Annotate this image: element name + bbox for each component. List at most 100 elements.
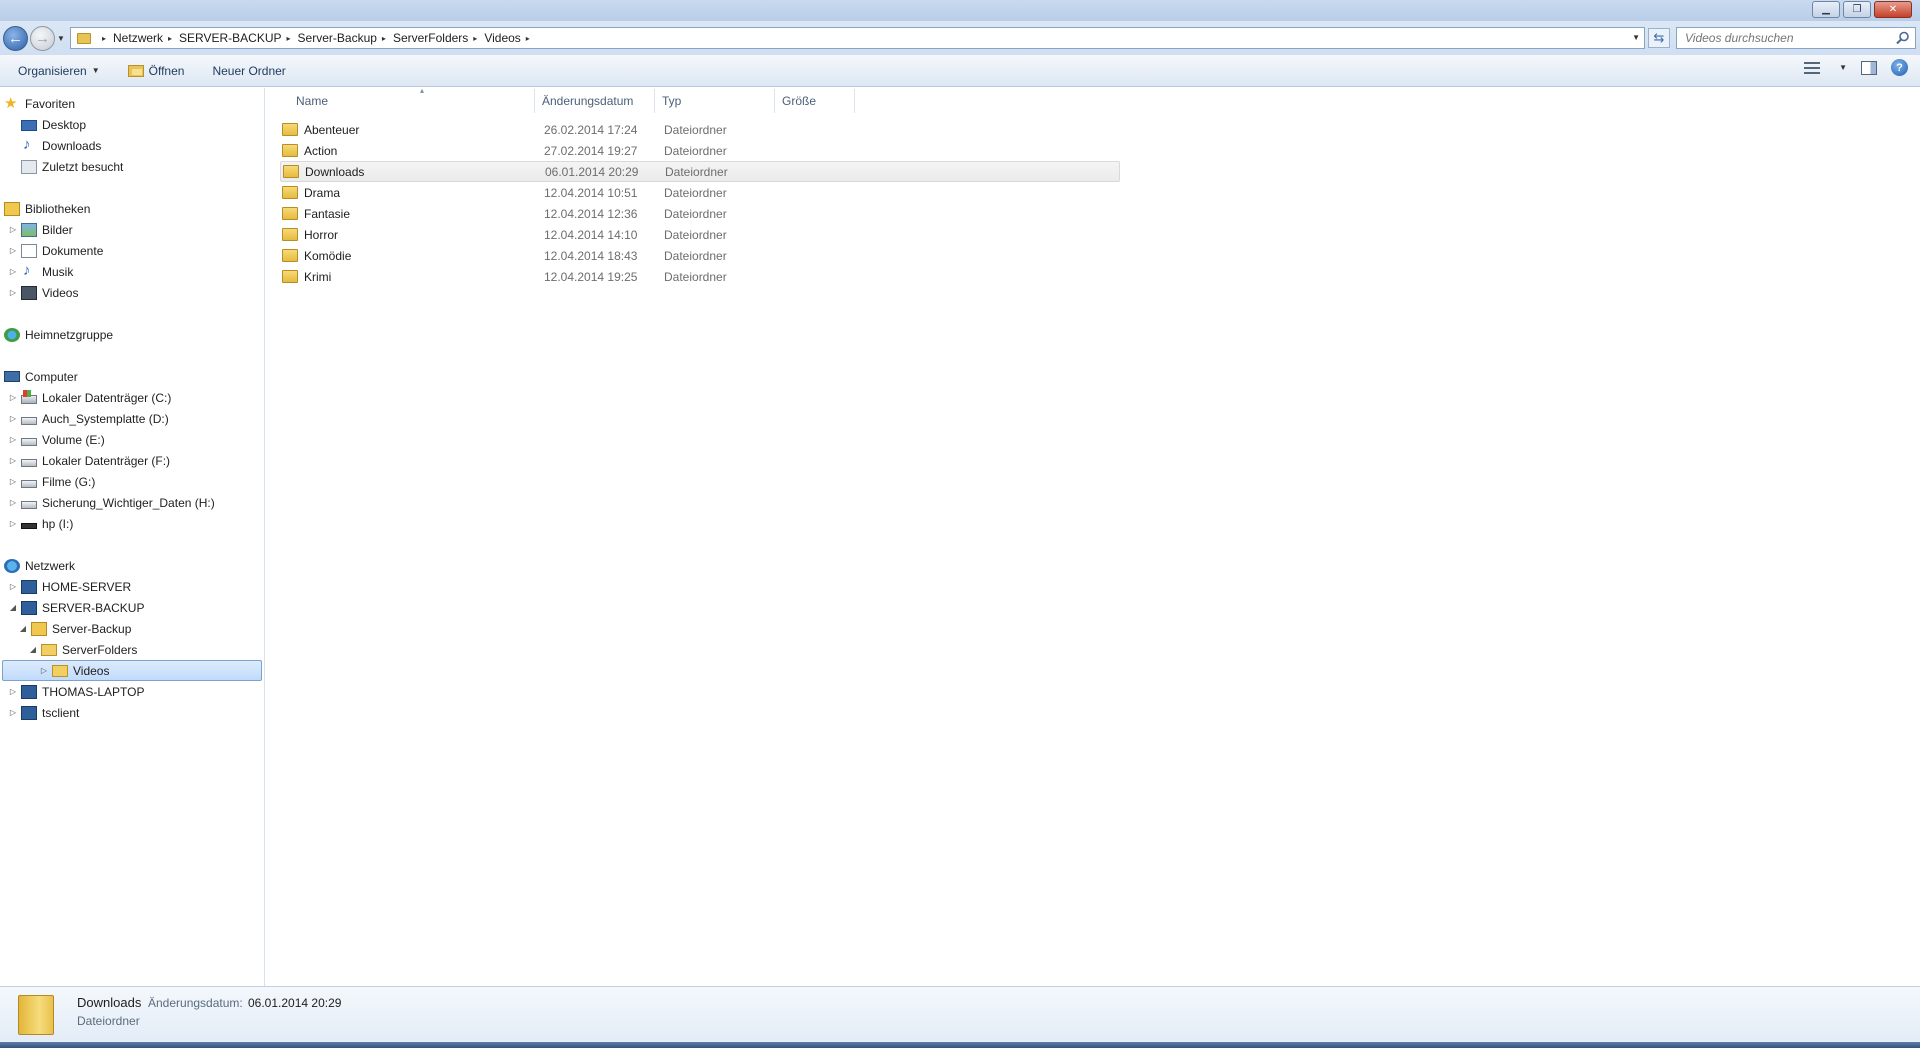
help-icon[interactable]: ? (1891, 59, 1908, 76)
expand-arrow-icon[interactable]: ▷ (39, 666, 49, 675)
tree-item-musik[interactable]: ▷ Musik (8, 261, 73, 282)
column-header-date[interactable]: Änderungsdatum (535, 89, 655, 113)
tree-item-favoriten[interactable]: ◢ Favoriten (0, 93, 75, 114)
file-row[interactable]: Action 27.02.2014 19:27 Dateiordner (280, 140, 1120, 161)
expand-arrow-icon[interactable]: ▷ (8, 498, 18, 507)
tree-item-desktop[interactable]: Desktop (8, 114, 86, 135)
tree-item-bibliotheken[interactable]: ◢ Bibliotheken (0, 198, 90, 219)
collapse-arrow-icon[interactable]: ◢ (0, 99, 1, 108)
column-header-type[interactable]: Typ (655, 89, 775, 113)
view-options-dropdown[interactable]: ▼ (1839, 63, 1847, 72)
file-row[interactable]: Krimi 12.04.2014 19:25 Dateiordner (280, 266, 1120, 287)
details-pane: Downloads Änderungsdatum: 06.01.2014 20:… (0, 986, 1920, 1042)
tree-item-hp-i[interactable]: ▷ hp (I:) (8, 513, 73, 534)
expand-arrow-icon[interactable]: ▷ (8, 687, 18, 696)
recent-pages-dropdown[interactable]: ▼ (57, 34, 65, 43)
forward-button[interactable]: → (30, 26, 55, 51)
back-button[interactable]: ← (3, 26, 28, 51)
recent-places-icon (21, 159, 37, 174)
breadcrumb-chevron-icon[interactable]: ▸ (382, 34, 386, 43)
search-box[interactable] (1676, 27, 1916, 49)
tree-item-videos[interactable]: ▷ Videos (2, 660, 262, 681)
breadcrumb-chevron-icon[interactable]: ▸ (526, 34, 530, 43)
collapse-arrow-icon[interactable]: ◢ (0, 561, 1, 570)
breadcrumb-chevron-icon[interactable]: ▸ (102, 34, 106, 43)
drive-icon (21, 479, 37, 488)
expand-arrow-icon[interactable]: ▷ (8, 456, 18, 465)
search-input[interactable] (1685, 31, 1885, 45)
tree-item-volume-e[interactable]: ▷ Volume (E:) (8, 429, 105, 450)
collapse-arrow-icon[interactable]: ◢ (0, 204, 1, 213)
restore-button[interactable]: ❐ (1843, 1, 1871, 18)
column-header-name[interactable]: Name ▴ (280, 86, 535, 113)
file-name: Action (304, 143, 338, 158)
breadcrumb-item[interactable]: Server-Backup (298, 31, 377, 45)
tree-item-server-backup[interactable]: ◢ Server-Backup (18, 618, 131, 639)
address-bar[interactable]: ▸ Netzwerk ▸ SERVER-BACKUP ▸ Server-Backup ▸ S… (70, 27, 1645, 49)
change-view-icon[interactable] (1804, 61, 1821, 74)
folder-icon (52, 665, 68, 677)
collapse-arrow-icon[interactable]: ◢ (0, 372, 1, 381)
breadcrumb-item[interactable]: Videos (484, 31, 520, 45)
breadcrumb-chevron-icon[interactable]: ▸ (473, 34, 477, 43)
address-history-dropdown[interactable]: ▼ (1632, 33, 1640, 42)
tree-item-home-server[interactable]: ▷ HOME-SERVER (8, 576, 131, 597)
file-name: Horror (304, 227, 339, 242)
tree-item-lokaler-datentr-ger-f[interactable]: ▷ Lokaler Datenträger (F:) (8, 450, 170, 471)
expand-arrow-icon[interactable]: ▷ (8, 414, 18, 423)
tree-item-lokaler-datentr-ger-c[interactable]: ▷ Lokaler Datenträger (C:) (8, 387, 171, 408)
expand-arrow-icon[interactable]: ▷ (8, 288, 18, 297)
minimize-button[interactable]: ▁ (1812, 1, 1840, 18)
column-header-size[interactable]: Größe (775, 89, 855, 113)
expand-arrow-icon[interactable]: ▷ (8, 225, 18, 234)
tree-item-serverfolders[interactable]: ◢ ServerFolders (28, 639, 137, 660)
tree-item-sicherung-wichtiger-daten-h[interactable]: ▷ Sicherung_Wichtiger_Daten (H:) (8, 492, 215, 513)
collapse-arrow-icon[interactable]: ◢ (18, 624, 28, 633)
organize-button[interactable]: Organisieren ▼ (8, 59, 110, 83)
tree-item-downloads[interactable]: Downloads (8, 135, 101, 156)
expand-arrow-icon[interactable]: ▷ (8, 435, 18, 444)
file-date: 12.04.2014 18:43 (544, 248, 638, 263)
tree-item-dokumente[interactable]: ▷ Dokumente (8, 240, 103, 261)
breadcrumb-item[interactable]: Netzwerk (113, 31, 163, 45)
tree-item-server-backup[interactable]: ◢ SERVER-BACKUP (8, 597, 144, 618)
preview-pane-icon[interactable] (1861, 60, 1877, 75)
collapse-arrow-icon[interactable]: ◢ (8, 603, 18, 612)
expand-arrow-icon[interactable]: ▷ (8, 519, 18, 528)
tree-item-zuletzt-besucht[interactable]: Zuletzt besucht (8, 156, 123, 177)
tree-item-heimnetzgruppe[interactable]: ▷ Heimnetzgruppe (0, 324, 113, 345)
expand-arrow-icon[interactable]: ▷ (8, 708, 18, 717)
tree-item-tsclient[interactable]: ▷ tsclient (8, 702, 79, 723)
tree-item-bilder[interactable]: ▷ Bilder (8, 219, 73, 240)
collapse-arrow-icon[interactable]: ◢ (28, 645, 38, 654)
file-row[interactable]: Drama 12.04.2014 10:51 Dateiordner (280, 182, 1120, 203)
file-row[interactable]: Komödie 12.04.2014 18:43 Dateiordner (280, 245, 1120, 266)
breadcrumb-item[interactable]: SERVER-BACKUP (179, 31, 281, 45)
expand-arrow-icon[interactable]: ▷ (8, 393, 18, 402)
file-row[interactable]: Fantasie 12.04.2014 12:36 Dateiordner (280, 203, 1120, 224)
search-icon[interactable] (1896, 31, 1910, 45)
tree-item-auch-systemplatte-d[interactable]: ▷ Auch_Systemplatte (D:) (8, 408, 169, 429)
tree-item-videos[interactable]: ▷ Videos (8, 282, 78, 303)
breadcrumb-chevron-icon[interactable]: ▸ (287, 34, 291, 43)
tree-item-filme-g[interactable]: ▷ Filme (G:) (8, 471, 95, 492)
close-button[interactable]: ✕ (1874, 1, 1912, 18)
expand-arrow-icon[interactable]: ▷ (8, 582, 18, 591)
open-button[interactable]: Öffnen (118, 59, 195, 83)
tree-item-netzwerk[interactable]: ◢ Netzwerk (0, 555, 75, 576)
tree-item-computer[interactable]: ◢ Computer (0, 366, 78, 387)
breadcrumb-chevron-icon[interactable]: ▸ (168, 34, 172, 43)
expand-arrow-icon[interactable]: ▷ (8, 267, 18, 276)
folder-icon (18, 995, 54, 1035)
file-row[interactable]: Downloads 06.01.2014 20:29 Dateiordner (280, 161, 1120, 182)
shared-folder-icon (31, 621, 47, 636)
file-row[interactable]: Horror 12.04.2014 14:10 Dateiordner (280, 224, 1120, 245)
expand-arrow-icon[interactable]: ▷ (8, 246, 18, 255)
expand-arrow-icon[interactable]: ▷ (0, 330, 1, 339)
new-folder-button[interactable]: Neuer Ordner (202, 59, 295, 83)
tree-item-thomas-laptop[interactable]: ▷ THOMAS-LAPTOP (8, 681, 144, 702)
refresh-button[interactable]: ⇆ (1648, 28, 1670, 48)
expand-arrow-icon[interactable]: ▷ (8, 477, 18, 486)
file-row[interactable]: Abenteuer 26.02.2014 17:24 Dateiordner (280, 119, 1120, 140)
breadcrumb-item[interactable]: ServerFolders (393, 31, 468, 45)
